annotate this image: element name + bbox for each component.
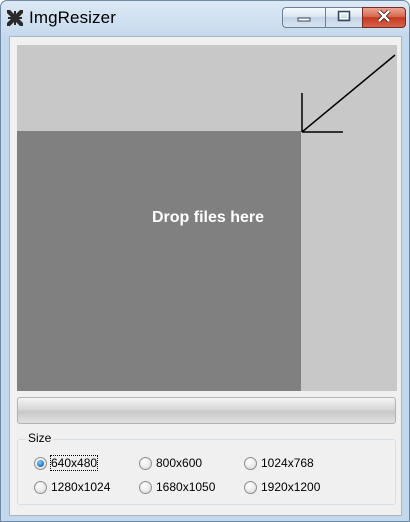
radio-button[interactable] xyxy=(34,456,47,470)
client-area: Drop files here Size 640x480 800x600 102… xyxy=(9,36,402,516)
radio-button[interactable] xyxy=(139,456,152,470)
radio-1680x1050[interactable]: 1680x1050 xyxy=(139,479,215,495)
window-title: ImgResizer xyxy=(29,8,116,27)
radio-640x480[interactable]: 640x480 xyxy=(34,455,99,471)
compress-arrows-icon xyxy=(6,9,24,27)
radio-button[interactable] xyxy=(34,480,47,494)
arrow-down-left-icon xyxy=(301,54,396,133)
minimize-icon xyxy=(297,9,311,27)
radio-label: 1920x1200 xyxy=(261,480,321,494)
radio-1024x768[interactable]: 1024x768 xyxy=(244,455,314,471)
radio-800x600[interactable]: 800x600 xyxy=(139,455,202,471)
radio-1920x1200[interactable]: 1920x1200 xyxy=(244,479,320,495)
maximize-button[interactable] xyxy=(325,7,363,28)
maximize-icon xyxy=(337,9,351,27)
radio-label: 1280x1024 xyxy=(51,480,111,494)
radio-button[interactable] xyxy=(139,480,152,494)
drop-zone[interactable]: Drop files here xyxy=(17,45,397,391)
close-button[interactable] xyxy=(362,7,406,28)
minimize-button[interactable] xyxy=(282,7,326,28)
size-group-label: Size xyxy=(26,431,54,445)
size-groupbox: Size 640x480 800x600 1024x768 1280x1024 … xyxy=(17,431,396,505)
title-bar[interactable]: ImgResizer xyxy=(1,1,409,35)
app-window: ImgResizer Drop files here Size 640x480 … xyxy=(0,0,410,522)
close-icon xyxy=(377,9,391,27)
radio-label: 1680x1050 xyxy=(156,480,216,494)
radio-1280x1024[interactable]: 1280x1024 xyxy=(34,479,110,495)
radio-label: 1024x768 xyxy=(261,456,314,470)
radio-label: 640x480 xyxy=(49,455,99,471)
radio-label: 800x600 xyxy=(156,456,203,470)
radio-button[interactable] xyxy=(244,456,257,470)
radio-button[interactable] xyxy=(244,480,257,494)
progress-bar xyxy=(17,397,396,424)
